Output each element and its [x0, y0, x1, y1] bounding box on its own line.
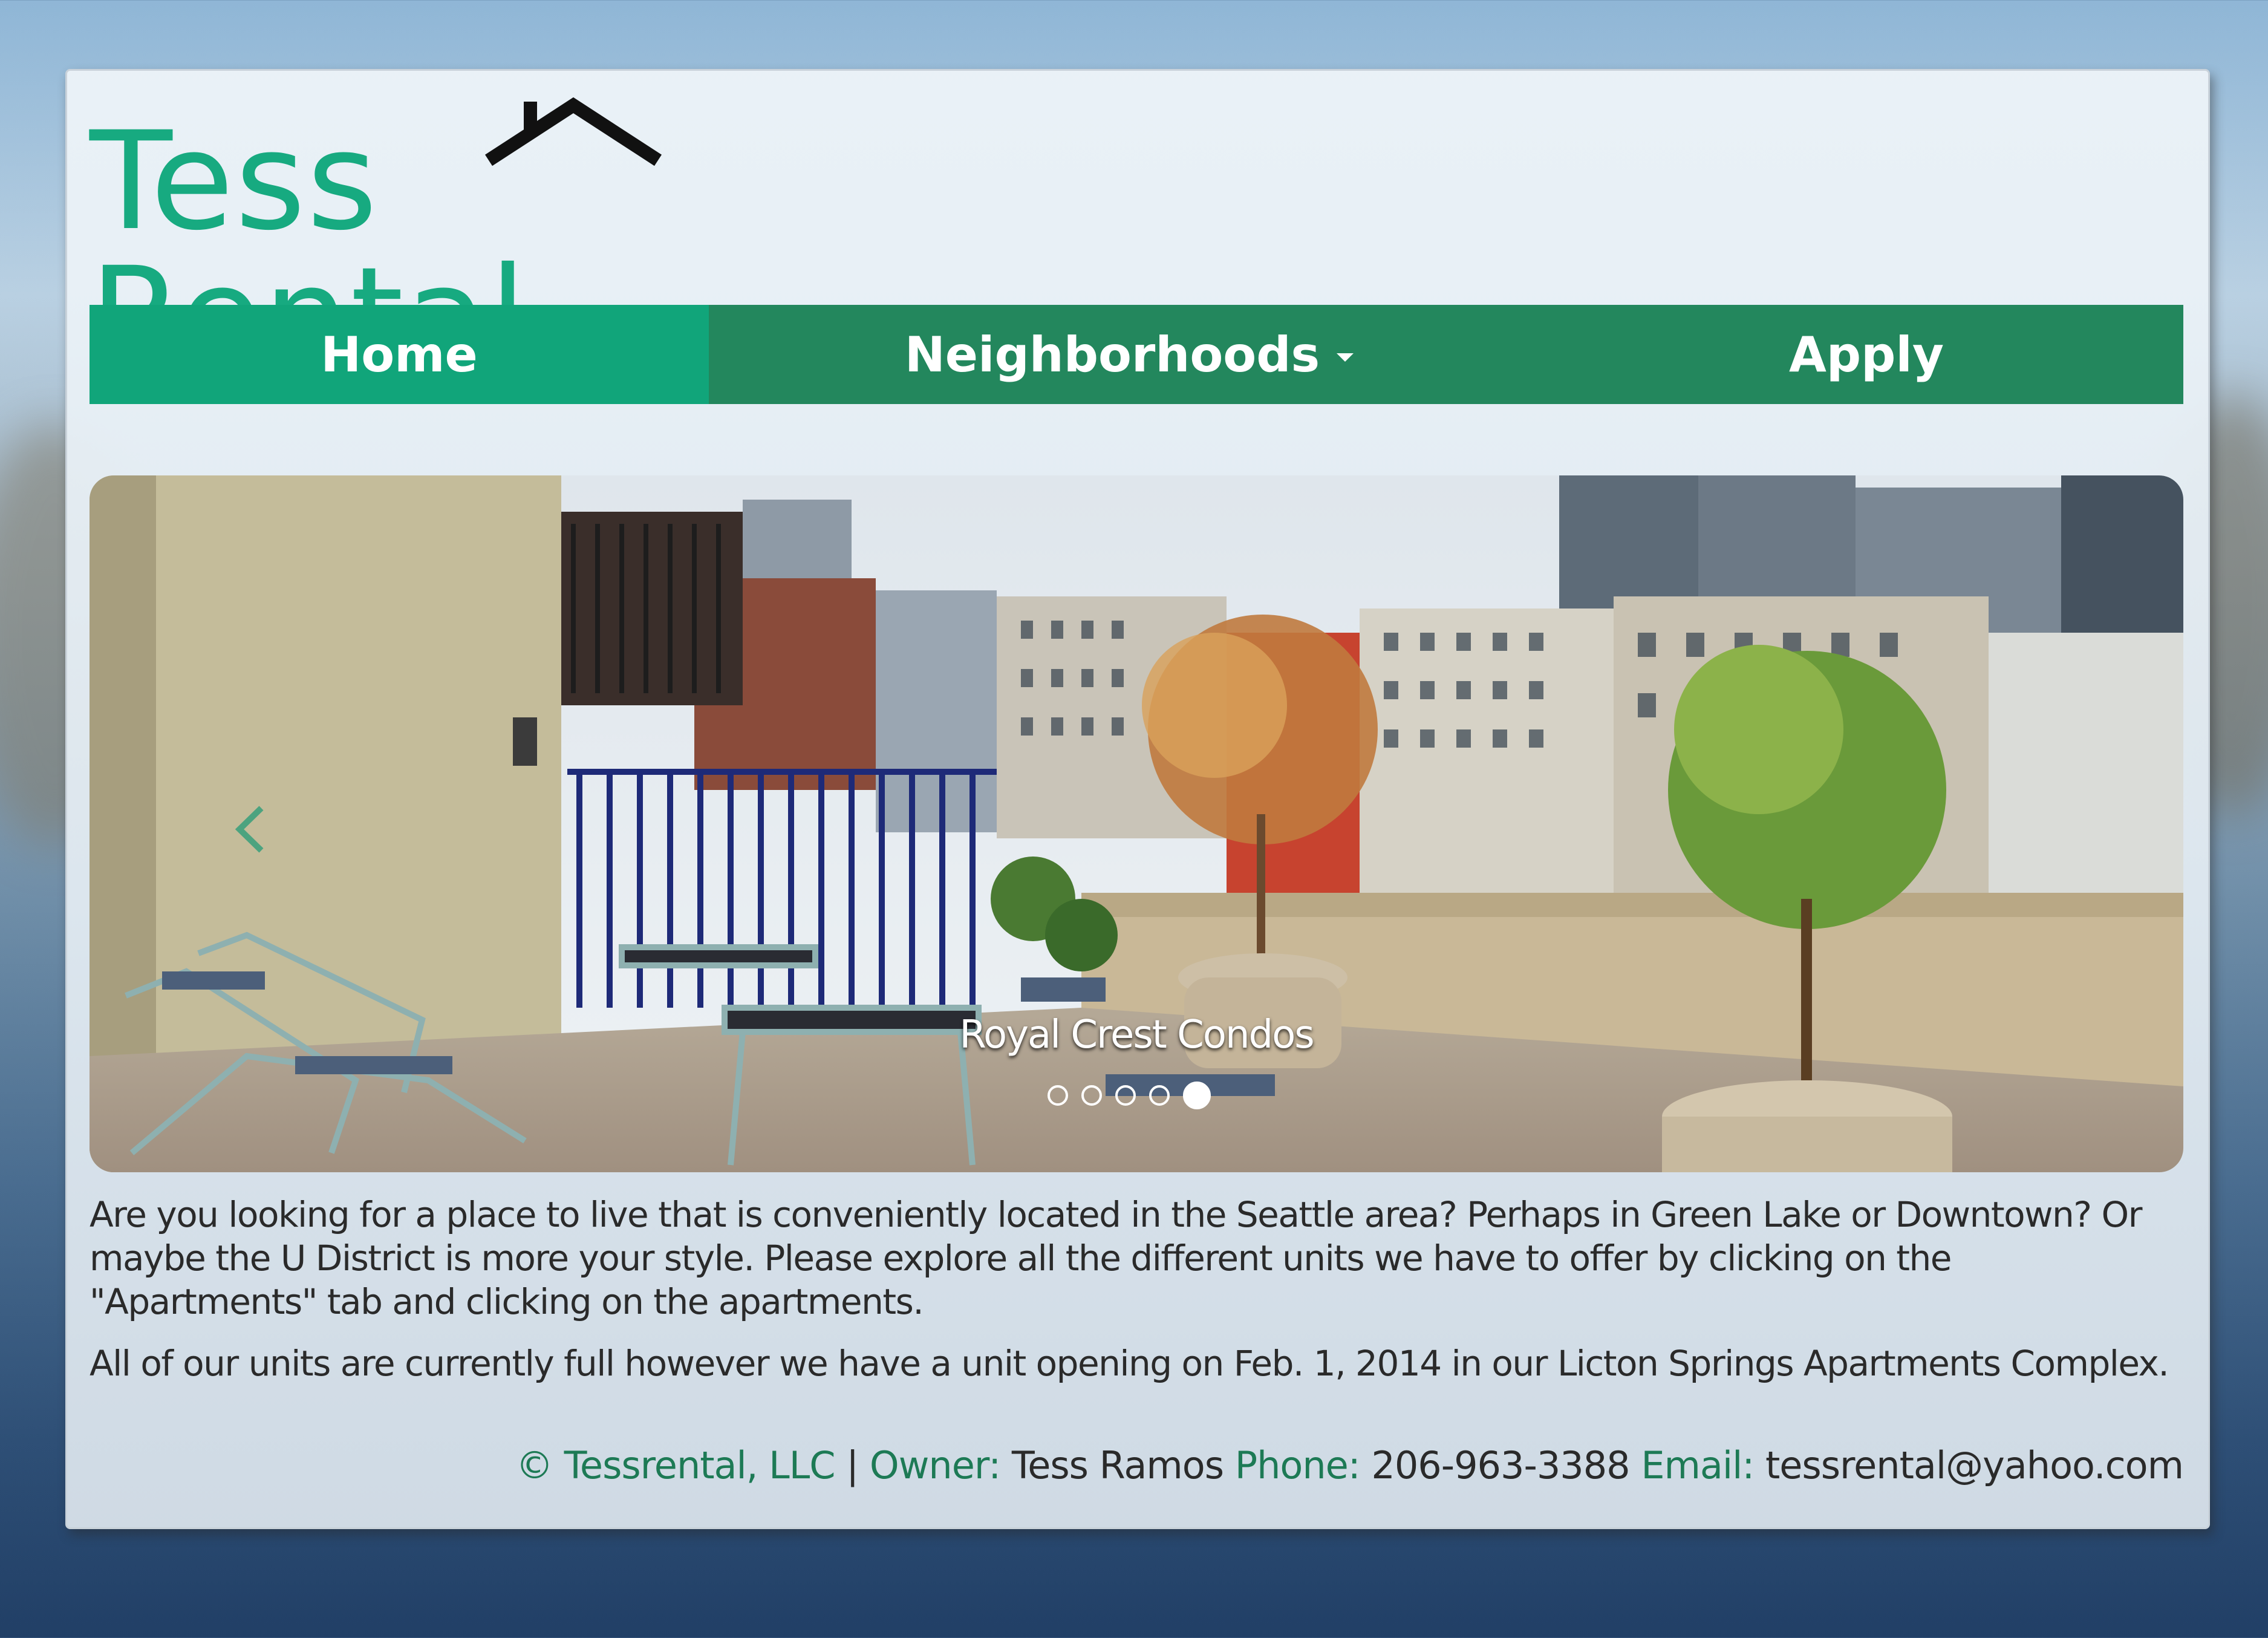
- nav-neighborhoods[interactable]: Neighborhoods: [709, 305, 1549, 404]
- footer-phone: 206-963-3388: [1371, 1443, 1630, 1487]
- carousel-dot[interactable]: [1149, 1085, 1170, 1106]
- footer-owner-label: Owner:: [869, 1443, 1001, 1487]
- carousel-dot-active[interactable]: [1183, 1082, 1211, 1109]
- main-nav: Home Neighborhoods Apply: [90, 305, 2183, 404]
- footer-phone-label: Phone:: [1234, 1443, 1361, 1487]
- logo[interactable]: Tess Rental: [90, 97, 815, 385]
- availability-notice: All of our units are currently full howe…: [90, 1343, 2169, 1384]
- nav-neighborhoods-label: Neighborhoods: [904, 326, 1320, 383]
- nav-home[interactable]: Home: [90, 305, 709, 404]
- roof-icon: [485, 97, 662, 166]
- carousel-dot[interactable]: [1048, 1085, 1068, 1106]
- carousel-dot[interactable]: [1115, 1085, 1136, 1106]
- image-carousel[interactable]: Royal Crest Condos: [90, 475, 2183, 1172]
- caret-down-icon: [1337, 353, 1354, 362]
- footer-company: © Tessrental, LLC: [515, 1443, 836, 1487]
- nav-apply[interactable]: Apply: [1549, 305, 2183, 404]
- carousel-indicators: [1048, 1082, 1211, 1109]
- footer-email[interactable]: tessrental@yahoo.com: [1765, 1443, 2184, 1487]
- footer-separator: |: [846, 1443, 859, 1487]
- footer-contact: © Tessrental, LLC | Owner: Tess Ramos Ph…: [515, 1443, 2184, 1487]
- nav-home-label: Home: [321, 326, 478, 383]
- carousel-dot[interactable]: [1081, 1085, 1102, 1106]
- carousel-photo: [90, 475, 2183, 1172]
- carousel-caption: Royal Crest Condos: [959, 1013, 1314, 1057]
- intro-paragraph: Are you looking for a place to live that…: [90, 1194, 2143, 1322]
- chevron-left-icon[interactable]: [232, 802, 269, 857]
- footer-email-label: Email:: [1641, 1443, 1755, 1487]
- nav-apply-label: Apply: [1788, 326, 1944, 383]
- footer-owner: Tess Ramos: [1011, 1443, 1224, 1487]
